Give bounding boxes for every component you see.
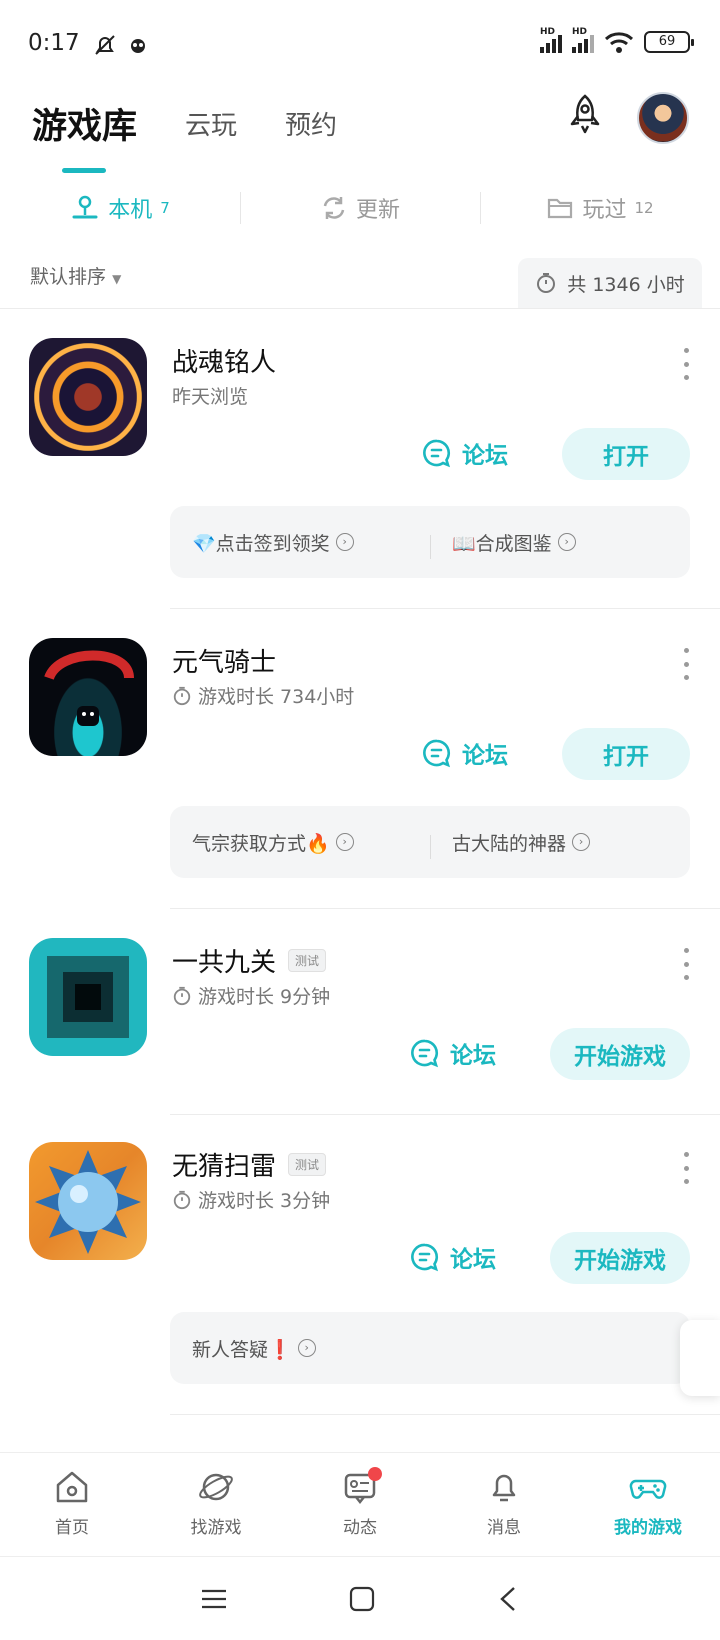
chat-bubble-icon xyxy=(423,439,451,468)
bottom-nav: 首页 找游戏 动态 消息 我的游戏 xyxy=(0,1452,720,1552)
game-subtitle: 昨天浏览 xyxy=(172,386,249,408)
game-name: 战魂铭人 xyxy=(172,348,277,378)
signal-icon: HD xyxy=(540,27,562,53)
system-nav-bar xyxy=(0,1556,720,1640)
joystick-icon xyxy=(72,195,98,219)
app-notification-icon xyxy=(131,39,145,53)
sort-dropdown[interactable]: 默认排序 ▼ xyxy=(30,262,121,289)
bell-icon xyxy=(492,1474,516,1502)
tab-local[interactable]: 本机 7 xyxy=(0,180,240,236)
quick-link[interactable]: 古大陆的神器 › xyxy=(430,829,690,859)
gamepad-icon xyxy=(629,1479,667,1499)
home-icon xyxy=(56,1471,88,1503)
planet-icon xyxy=(199,1473,233,1501)
refresh-icon xyxy=(323,197,345,219)
quick-links: 💎点击签到领奖 › 📖合成图鉴 › xyxy=(170,506,690,578)
quick-link[interactable]: 气宗获取方式🔥 › xyxy=(170,829,430,856)
menu-icon[interactable] xyxy=(200,1587,228,1611)
more-options-icon[interactable] xyxy=(682,648,690,680)
chat-bubble-icon xyxy=(411,1039,439,1068)
quick-link[interactable]: 新人答疑❗ › xyxy=(170,1335,690,1362)
timer-icon xyxy=(173,986,191,1005)
more-options-icon[interactable] xyxy=(682,1152,690,1184)
game-name: 无猜扫雷 测试 xyxy=(172,1146,327,1183)
tab-updates-label: 更新 xyxy=(355,198,400,223)
chat-bubble-icon xyxy=(423,739,451,768)
total-hours-text: 共 1346 小时 xyxy=(567,273,685,296)
more-options-icon[interactable] xyxy=(682,948,690,980)
timer-icon xyxy=(173,1190,191,1209)
divider xyxy=(170,1414,720,1415)
home-square-icon[interactable] xyxy=(348,1585,376,1613)
sort-label: 默认排序 xyxy=(30,266,107,288)
chevron-right-icon: › xyxy=(335,533,354,551)
back-icon[interactable] xyxy=(496,1585,520,1613)
mute-notification-icon xyxy=(95,35,115,55)
divider xyxy=(170,1114,720,1115)
game-icon-minesweeper[interactable] xyxy=(29,1142,147,1260)
sub-tabs: 本机 7 更新 玩过 12 xyxy=(0,180,720,236)
game-subtitle: 游戏时长 3分钟 xyxy=(172,1186,330,1213)
nav-activity[interactable]: 动态 xyxy=(288,1453,432,1552)
game-icon-soul-knight[interactable] xyxy=(29,638,147,756)
status-time: 0:17 xyxy=(28,30,80,56)
chevron-right-icon: › xyxy=(335,833,354,851)
chevron-right-icon: › xyxy=(297,1339,316,1357)
nav-home[interactable]: 首页 xyxy=(0,1453,144,1552)
chat-bubble-icon xyxy=(411,1243,439,1272)
forum-button[interactable]: 论坛 xyxy=(422,428,508,478)
chevron-right-icon: › xyxy=(557,533,576,551)
user-avatar[interactable] xyxy=(637,92,689,144)
divider xyxy=(170,908,720,909)
open-game-button[interactable]: 打开 xyxy=(562,728,690,780)
battery-icon: 69 xyxy=(644,31,694,53)
quick-link[interactable]: 📖合成图鉴 › xyxy=(430,529,690,559)
timer-icon xyxy=(173,686,191,705)
divider xyxy=(0,308,720,309)
quick-link[interactable]: 💎点击签到领奖 › xyxy=(170,529,430,556)
start-game-button[interactable]: 开始游戏 xyxy=(550,1232,690,1284)
tab-played[interactable]: 玩过 12 xyxy=(480,180,720,236)
tab-updates[interactable]: 更新 xyxy=(240,180,480,236)
game-name: 元气骑士 xyxy=(172,648,277,678)
quick-links: 气宗获取方式🔥 › 古大陆的神器 › xyxy=(170,806,690,878)
game-icon-nine-levels[interactable] xyxy=(29,938,147,1056)
nav-my-games[interactable]: 我的游戏 xyxy=(576,1453,720,1552)
game-subtitle: 游戏时长 9分钟 xyxy=(172,982,330,1009)
tab-played-count: 12 xyxy=(634,199,654,217)
forum-button[interactable]: 论坛 xyxy=(410,1028,496,1078)
more-options-icon[interactable] xyxy=(682,348,690,380)
tab-local-label: 本机 xyxy=(108,198,153,223)
forum-button[interactable]: 论坛 xyxy=(410,1232,496,1282)
test-badge: 测试 xyxy=(288,949,327,972)
game-subtitle: 游戏时长 734小时 xyxy=(172,682,354,709)
nav-messages[interactable]: 消息 xyxy=(432,1453,576,1552)
tab-played-label: 玩过 xyxy=(582,198,627,223)
forum-button[interactable]: 论坛 xyxy=(422,728,508,778)
folder-icon xyxy=(548,198,573,219)
rocket-icon[interactable] xyxy=(562,92,608,138)
test-badge: 测试 xyxy=(288,1153,327,1176)
game-icon-soul-knight-prequel[interactable] xyxy=(29,338,147,456)
signal-icon: HD xyxy=(572,27,594,53)
tab-cloud-play[interactable]: 云玩 xyxy=(185,105,237,142)
open-game-button[interactable]: 打开 xyxy=(562,428,690,480)
total-playtime: 共 1346 小时 xyxy=(518,258,702,308)
timer-icon xyxy=(537,273,556,293)
tab-reservations[interactable]: 预约 xyxy=(285,105,337,142)
floating-download-button[interactable] xyxy=(680,1320,720,1396)
top-tabs: 游戏库 云玩 预约 xyxy=(32,88,385,173)
tab-game-library[interactable]: 游戏库 xyxy=(32,98,137,173)
start-game-button[interactable]: 开始游戏 xyxy=(550,1028,690,1080)
notification-dot xyxy=(368,1467,382,1481)
nav-find-games[interactable]: 找游戏 xyxy=(144,1453,288,1552)
wifi-icon xyxy=(604,32,634,53)
tab-local-count: 7 xyxy=(160,199,170,217)
chevron-right-icon: › xyxy=(572,833,591,851)
status-bar: 0:17 HD HD 69 xyxy=(0,0,720,90)
quick-links: 新人答疑❗ › xyxy=(170,1312,690,1384)
game-name: 一共九关 测试 xyxy=(172,942,327,979)
divider xyxy=(170,608,720,609)
caret-down-icon: ▼ xyxy=(112,272,122,286)
